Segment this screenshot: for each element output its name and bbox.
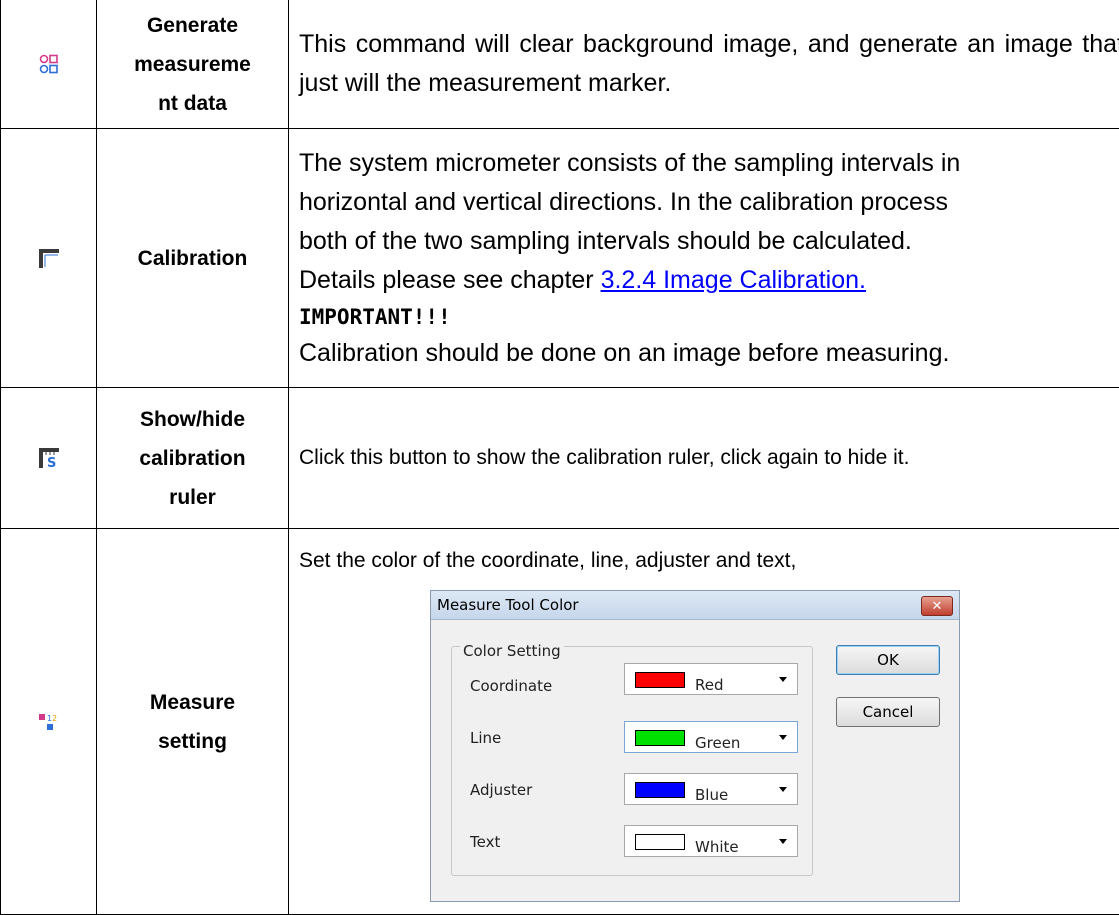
color-value: White <box>695 832 739 862</box>
name-line: Calibration <box>97 239 288 278</box>
dialog-title: Measure Tool Color <box>431 591 959 620</box>
close-icon[interactable]: ✕ <box>921 596 953 616</box>
name-line: Show/hide <box>97 400 288 439</box>
group-label: Color Setting <box>460 636 564 666</box>
command-name: Measure setting <box>97 529 289 915</box>
name-line: measureme <box>97 45 288 84</box>
command-name: Show/hide calibration ruler <box>97 388 289 529</box>
chevron-down-icon <box>779 735 787 740</box>
icon-cell: 1 2 <box>1 529 97 915</box>
color-value: Blue <box>695 780 728 810</box>
command-description: The system micrometer consists of the sa… <box>289 129 1119 388</box>
important-label: IMPORTANT!!! <box>299 300 1119 334</box>
command-description: Set the color of the coordinate, line, a… <box>289 529 1119 915</box>
measure-setting-icon: 1 2 <box>38 711 60 733</box>
description-text: Click this button to show the calibratio… <box>299 443 1119 473</box>
svg-text:S: S <box>47 456 56 469</box>
command-description: This command will clear background image… <box>289 0 1119 129</box>
details-prefix: Details please see chapter <box>299 266 601 294</box>
description-text: This command will clear background image… <box>299 25 1119 103</box>
color-swatch <box>635 672 685 688</box>
details-line: Details please see chapter 3.2.4 Image C… <box>299 261 1119 300</box>
chapter-link[interactable]: 3.2.4 Image Calibration. <box>601 266 866 294</box>
coordinate-label: Coordinate <box>470 671 552 701</box>
measure-data-icon <box>38 53 60 75</box>
svg-text:2: 2 <box>52 714 57 723</box>
measure-tool-color-dialog: Measure Tool Color ✕ Color Setting Coord… <box>430 590 960 902</box>
table-row: Generate measureme nt data This command … <box>1 0 1119 129</box>
line-color-select[interactable]: Green <box>624 721 798 753</box>
line-label: Line <box>470 723 501 753</box>
chevron-down-icon <box>779 787 787 792</box>
name-line: setting <box>97 722 288 761</box>
command-table: Generate measureme nt data This command … <box>0 0 1119 915</box>
command-description: Click this button to show the calibratio… <box>289 388 1119 529</box>
name-line: calibration <box>97 439 288 478</box>
table-row: Calibration The system micrometer consis… <box>1 129 1119 388</box>
table-row: 1 2 Measure setting Set the color of the… <box>1 529 1119 915</box>
adjuster-label: Adjuster <box>470 775 532 805</box>
name-line: Generate <box>97 6 288 45</box>
color-swatch <box>635 782 685 798</box>
color-swatch <box>635 730 685 746</box>
name-line: ruler <box>97 478 288 517</box>
text-color-select[interactable]: White <box>624 825 798 857</box>
icon-cell <box>1 129 97 388</box>
calibration-icon <box>38 247 60 269</box>
name-line: nt data <box>97 84 288 123</box>
color-setting-group: Color Setting Coordinate Red Line Green … <box>451 646 813 876</box>
description-line: horizontal and vertical directions. In t… <box>299 183 1119 222</box>
important-note: Calibration should be done on an image b… <box>299 334 1119 373</box>
table-row: S Show/hide calibration ruler Click this… <box>1 388 1119 529</box>
command-name: Calibration <box>97 129 289 388</box>
chevron-down-icon <box>779 677 787 682</box>
chevron-down-icon <box>779 839 787 844</box>
coordinate-color-select[interactable]: Red <box>624 663 798 695</box>
icon-cell <box>1 0 97 129</box>
color-value: Red <box>695 670 724 700</box>
cancel-button[interactable]: Cancel <box>836 697 940 727</box>
ruler-icon: S <box>38 447 60 469</box>
adjuster-color-select[interactable]: Blue <box>624 773 798 805</box>
description-line: both of the two sampling intervals shoul… <box>299 222 1119 261</box>
name-line: Measure <box>97 683 288 722</box>
description-line: The system micrometer consists of the sa… <box>299 144 1119 183</box>
description-text: Set the color of the coordinate, line, a… <box>299 529 1119 576</box>
color-swatch <box>635 834 685 850</box>
ok-button[interactable]: OK <box>836 645 940 675</box>
command-name: Generate measureme nt data <box>97 0 289 129</box>
icon-cell: S <box>1 388 97 529</box>
color-value: Green <box>695 728 740 758</box>
text-label: Text <box>470 827 500 857</box>
